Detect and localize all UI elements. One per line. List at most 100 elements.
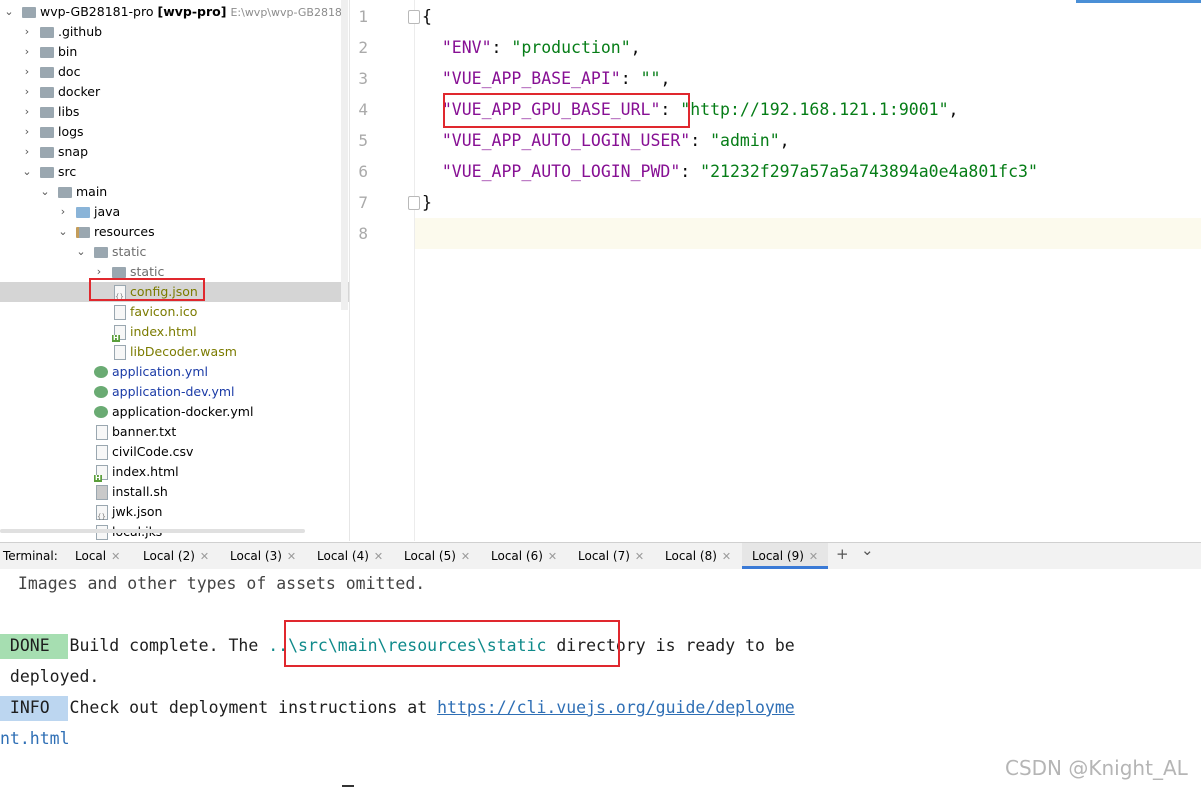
json-file-icon [96, 505, 108, 527]
tree-item-label: resources [94, 224, 155, 239]
tree-item-resources[interactable]: ⌄ resources [0, 222, 349, 242]
tree-root[interactable]: ⌄ wvp-GB28181-pro [wvp-pro] E:\wvp\wvp-G… [0, 2, 349, 22]
collapse-arrow-icon[interactable]: ⌄ [39, 182, 51, 202]
expand-arrow-icon[interactable]: › [21, 22, 33, 42]
tab-local-3[interactable]: Local (3) ✕ [230, 543, 296, 569]
deployment-link[interactable]: https://cli.vuejs.org/guide/deployme [437, 698, 795, 717]
module-folder-icon [22, 7, 36, 18]
expand-arrow-icon[interactable]: › [57, 202, 69, 222]
tree-item-bin[interactable]: › bin [0, 42, 349, 62]
expand-arrow-icon[interactable]: › [21, 62, 33, 82]
collapse-arrow-icon[interactable]: ⌄ [57, 222, 69, 242]
tab-local-8[interactable]: Local (8) ✕ [665, 543, 731, 569]
tree-item-libdecoder[interactable]: libDecoder.wasm [0, 342, 349, 362]
tab-local-7[interactable]: Local (7) ✕ [578, 543, 644, 569]
close-icon[interactable]: ✕ [548, 550, 557, 563]
terminal-line-deployed: deployed. [0, 667, 100, 686]
resources-folder-icon [76, 227, 90, 238]
expand-arrow-icon[interactable]: › [21, 42, 33, 62]
tree-item-banner[interactable]: banner.txt [0, 422, 349, 442]
tree-item-github[interactable]: › .github [0, 22, 349, 42]
tree-item-install-sh[interactable]: install.sh [0, 482, 349, 502]
line-number: 5 [358, 131, 368, 150]
folder-icon [40, 167, 54, 178]
folder-icon [40, 67, 54, 78]
tree-item-application-yml[interactable]: application.yml [0, 362, 349, 382]
line-number: 2 [358, 38, 368, 57]
close-icon[interactable]: ✕ [374, 550, 383, 563]
expand-arrow-icon[interactable]: › [21, 142, 33, 162]
editor-tab-indicator [1076, 0, 1201, 3]
collapse-arrow-icon[interactable]: ⌄ [21, 162, 33, 182]
tree-item-index-html[interactable]: index.html [0, 462, 349, 482]
tree-item-label: install.sh [112, 484, 168, 499]
tab-local-2[interactable]: Local (2) ✕ [143, 543, 209, 569]
tab-local-9[interactable]: Local (9) ✕ [742, 543, 829, 569]
close-icon[interactable]: ✕ [461, 550, 470, 563]
line-number: 7 [358, 193, 368, 212]
tab-local-1[interactable]: Local ✕ [75, 543, 120, 569]
tree-item-docker[interactable]: › docker [0, 82, 349, 102]
tree-item-label: application-dev.yml [112, 384, 235, 399]
tree-item-label: static [112, 244, 147, 259]
collapse-arrow-icon[interactable]: ⌄ [3, 2, 15, 22]
fold-marker-icon[interactable] [408, 10, 420, 24]
close-icon[interactable]: ✕ [722, 550, 731, 563]
current-line-highlight [415, 218, 1201, 249]
close-icon[interactable]: ✕ [287, 550, 296, 563]
vertical-scrollbar[interactable] [341, 0, 348, 310]
tree-item-index-html-static[interactable]: index.html [0, 322, 349, 342]
terminal-line-assets: Images and other types of assets omitted… [8, 574, 426, 593]
line-number: 3 [358, 69, 368, 88]
folder-icon [40, 27, 54, 38]
tree-item-label: src [58, 164, 77, 179]
folder-icon [40, 127, 54, 138]
expand-arrow-icon[interactable]: › [21, 82, 33, 102]
tree-item-favicon[interactable]: favicon.ico [0, 302, 349, 322]
folder-icon [94, 247, 108, 258]
tree-item-src[interactable]: ⌄ src [0, 162, 349, 182]
project-module: [wvp-pro] [157, 4, 227, 19]
tree-item-label: java [94, 204, 121, 219]
tree-item-label: application-docker.yml [112, 404, 254, 419]
expand-arrow-icon[interactable]: › [21, 122, 33, 142]
horizontal-scrollbar[interactable] [0, 529, 305, 533]
close-icon[interactable]: ✕ [635, 550, 644, 563]
tree-item-civilcode[interactable]: civilCode.csv [0, 442, 349, 462]
close-icon[interactable]: ✕ [809, 550, 818, 563]
collapse-arrow-icon[interactable]: ⌄ [75, 242, 87, 262]
tree-item-jwk-json[interactable]: jwk.json [0, 502, 349, 527]
tree-item-java[interactable]: › java [0, 202, 349, 222]
tree-item-label: doc [58, 64, 81, 79]
tree-item-snap[interactable]: › snap [0, 142, 349, 162]
code-line-5: "VUE_APP_AUTO_LOGIN_USER": "admin", [441, 131, 790, 150]
folder-icon [40, 107, 54, 118]
done-badge: DONE [0, 636, 60, 655]
close-icon[interactable]: ✕ [111, 550, 120, 563]
tab-menu-button[interactable]: ⌄ [861, 541, 874, 559]
code-line-2: "ENV": "production", [441, 38, 641, 57]
expand-arrow-icon[interactable]: › [21, 102, 33, 122]
highlight-box [89, 278, 205, 301]
tree-item-doc[interactable]: › doc [0, 62, 349, 82]
tree-item-label: libs [58, 104, 80, 119]
tab-local-6[interactable]: Local (6) ✕ [491, 543, 557, 569]
tree-item-main[interactable]: ⌄ main [0, 182, 349, 202]
deployment-link-cont[interactable]: nt.html [0, 729, 70, 748]
tree-item-logs[interactable]: › logs [0, 122, 349, 142]
tree-item-static[interactable]: ⌄ static [0, 242, 349, 262]
tab-local-5[interactable]: Local (5) ✕ [404, 543, 470, 569]
tree-item-application-docker-yml[interactable]: application-docker.yml [0, 402, 349, 422]
add-tab-button[interactable]: + [836, 545, 849, 563]
terminal-output[interactable] [0, 569, 1201, 787]
line-number: 6 [358, 162, 368, 181]
tree-item-libs[interactable]: › libs [0, 102, 349, 122]
tab-local-4[interactable]: Local (4) ✕ [317, 543, 383, 569]
close-icon[interactable]: ✕ [200, 550, 209, 563]
folder-icon [40, 147, 54, 158]
line-number: 1 [358, 7, 368, 26]
tree-item-application-dev-yml[interactable]: application-dev.yml [0, 382, 349, 402]
tree-item-label: index.html [112, 464, 179, 479]
tree-item-label: libDecoder.wasm [130, 344, 237, 359]
fold-marker-icon[interactable] [408, 196, 420, 210]
